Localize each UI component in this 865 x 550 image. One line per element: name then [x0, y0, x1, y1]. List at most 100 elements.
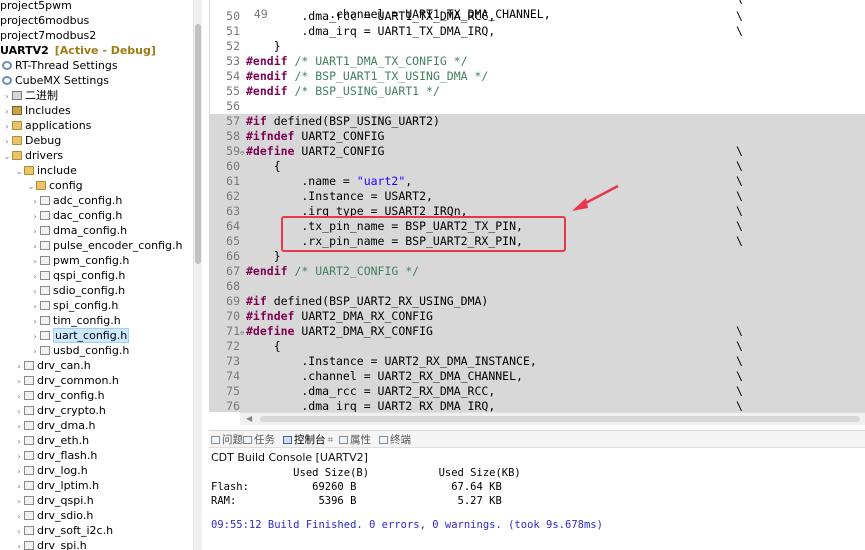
- chevron-right-icon[interactable]: ›: [30, 239, 40, 254]
- chevron-right-icon[interactable]: ›: [14, 359, 24, 374]
- tree-item[interactable]: › adc_config.h: [30, 193, 122, 208]
- chevron-right-icon[interactable]: ›: [14, 449, 24, 464]
- tree-item[interactable]: › 二进制: [2, 88, 58, 103]
- tree-item[interactable]: ⌄ config: [26, 178, 83, 193]
- code-line: 75 .dma_rcc = UART2_RX_DMA_RCC, \: [210, 384, 865, 399]
- tree-scrollbar-thumb[interactable]: [195, 24, 201, 264]
- tree-item[interactable]: › drv_eth.h: [14, 433, 89, 448]
- chevron-right-icon[interactable]: ›: [30, 224, 40, 239]
- tree-item[interactable]: › Includes: [2, 103, 70, 119]
- line-continuation: \: [736, 159, 743, 173]
- tree-item[interactable]: UARTV2 [Active - Debug]: [0, 43, 156, 58]
- tree-item[interactable]: ⌄ include: [14, 163, 77, 178]
- panel-tab[interactable]: 终端: [379, 433, 411, 447]
- chevron-right-icon[interactable]: ›: [14, 509, 24, 524]
- horizontal-scrollbar-thumb[interactable]: [260, 416, 860, 422]
- chevron-right-icon[interactable]: ›: [2, 134, 12, 149]
- line-continuation: \: [736, 354, 743, 368]
- chevron-right-icon[interactable]: ›: [30, 329, 40, 344]
- tree-item[interactable]: › pwm_config.h: [30, 253, 129, 268]
- gear-icon: [2, 76, 12, 85]
- chevron-right-icon[interactable]: ›: [14, 374, 24, 389]
- tree-item[interactable]: project6modbus: [0, 13, 89, 28]
- chevron-right-icon[interactable]: ›: [14, 464, 24, 479]
- tree-item[interactable]: › drv_sdio.h: [14, 508, 93, 523]
- line-number: 56: [226, 99, 240, 113]
- tree-item[interactable]: › Debug: [2, 133, 61, 148]
- chevron-right-icon[interactable]: ›: [14, 539, 24, 550]
- tree-item[interactable]: › uart_config.h: [30, 328, 130, 344]
- tree-item[interactable]: RT-Thread Settings: [2, 58, 118, 73]
- line-continuation: \: [736, 369, 743, 383]
- chevron-right-icon[interactable]: ›: [30, 314, 40, 329]
- console-build-message: 09:55:12 Build Finished. 0 errors, 0 war…: [211, 519, 603, 531]
- chevron-right-icon[interactable]: ›: [14, 389, 24, 404]
- chevron-right-icon[interactable]: ›: [30, 209, 40, 224]
- chevron-right-icon[interactable]: ›: [30, 344, 40, 359]
- panel-tab[interactable]: 任务: [243, 433, 275, 447]
- scroll-left-arrow-icon[interactable]: ◀: [246, 413, 252, 425]
- chevron-right-icon[interactable]: ›: [2, 104, 12, 119]
- chevron-down-icon[interactable]: ⌄: [14, 164, 24, 179]
- file-icon: [24, 496, 34, 505]
- chevron-right-icon[interactable]: ›: [2, 89, 12, 104]
- chevron-right-icon[interactable]: ›: [14, 419, 24, 434]
- chevron-right-icon[interactable]: ›: [30, 269, 40, 284]
- tree-item[interactable]: › usbd_config.h: [30, 343, 129, 358]
- chevron-right-icon[interactable]: ›: [14, 524, 24, 539]
- tree-item[interactable]: project7modbus2: [0, 28, 96, 43]
- code-token: ,: [405, 174, 413, 188]
- tree-item[interactable]: › sdio_config.h: [30, 283, 125, 298]
- tree-item[interactable]: CubeMX Settings: [2, 73, 109, 88]
- tree-item[interactable]: › drv_config.h: [14, 388, 104, 404]
- tree-item[interactable]: project5pwm: [0, 0, 72, 13]
- line-continuation: \: [736, 144, 743, 158]
- panel-tab[interactable]: 控制台 ⌗: [283, 433, 333, 447]
- tree-item[interactable]: › qspi_config.h: [30, 268, 125, 283]
- tree-item[interactable]: › drv_crypto.h: [14, 403, 106, 418]
- code-editor[interactable]: 49 .channel = UART1_TX_DMA_CHANNEL,\ 50 …: [209, 0, 865, 412]
- tree-item-label: usbd_config.h: [53, 344, 130, 357]
- chevron-right-icon[interactable]: ›: [30, 284, 40, 299]
- tree-item[interactable]: › drv_common.h: [14, 373, 119, 388]
- tree-item[interactable]: › drv_dma.h: [14, 418, 95, 433]
- line-continuation: \: [736, 174, 743, 188]
- code-text: #if defined(BSP_UART2_RX_USING_DMA): [246, 294, 488, 308]
- chevron-right-icon[interactable]: ›: [14, 404, 24, 419]
- chevron-down-icon[interactable]: ⌄: [26, 179, 36, 194]
- tree-item-label: drv_dma.h: [37, 419, 96, 432]
- tree-item[interactable]: › drv_spi.h: [14, 538, 87, 550]
- tree-item[interactable]: › applications: [2, 118, 91, 133]
- chevron-right-icon[interactable]: ›: [14, 479, 24, 494]
- chevron-right-icon[interactable]: ›: [14, 434, 24, 449]
- tree-scrollbar[interactable]: [193, 0, 202, 550]
- tree-item-label: drv_soft_i2c.h: [37, 524, 114, 537]
- tree-item[interactable]: › pulse_encoder_config.h: [30, 238, 182, 253]
- chevron-right-icon[interactable]: ›: [2, 119, 12, 134]
- tree-item[interactable]: › drv_log.h: [14, 463, 87, 479]
- chevron-right-icon[interactable]: ›: [30, 194, 40, 209]
- editor-horizontal-scrollbar[interactable]: ◀: [240, 412, 865, 425]
- tree-item[interactable]: › drv_can.h: [14, 358, 90, 374]
- line-number: 74: [226, 369, 240, 383]
- code-token: .name =: [246, 174, 357, 188]
- tree-item[interactable]: › dac_config.h: [30, 208, 122, 223]
- panel-tab[interactable]: 属性: [339, 433, 371, 447]
- panel-tab[interactable]: 问题: [211, 433, 243, 447]
- tree-item[interactable]: › drv_soft_i2c.h: [14, 523, 113, 538]
- chevron-right-icon[interactable]: ›: [30, 254, 40, 269]
- close-tab-icon[interactable]: ⌗: [328, 434, 334, 446]
- tree-item[interactable]: › dma_config.h: [30, 223, 127, 238]
- chevron-right-icon[interactable]: ›: [14, 494, 24, 509]
- tree-item[interactable]: › tim_config.h: [30, 313, 120, 329]
- tree-item[interactable]: › spi_config.h: [30, 298, 118, 313]
- tree-item[interactable]: › drv_lptim.h: [14, 478, 99, 493]
- file-icon: [24, 451, 34, 460]
- code-token: }: [246, 39, 281, 53]
- tree-item[interactable]: ⌄ drivers: [2, 148, 63, 163]
- tree-item[interactable]: › drv_flash.h: [14, 448, 97, 463]
- tree-item[interactable]: › drv_qspi.h: [14, 493, 93, 509]
- chevron-right-icon[interactable]: ›: [30, 299, 40, 314]
- file-icon: [40, 316, 50, 325]
- chevron-down-icon[interactable]: ⌄: [2, 149, 12, 164]
